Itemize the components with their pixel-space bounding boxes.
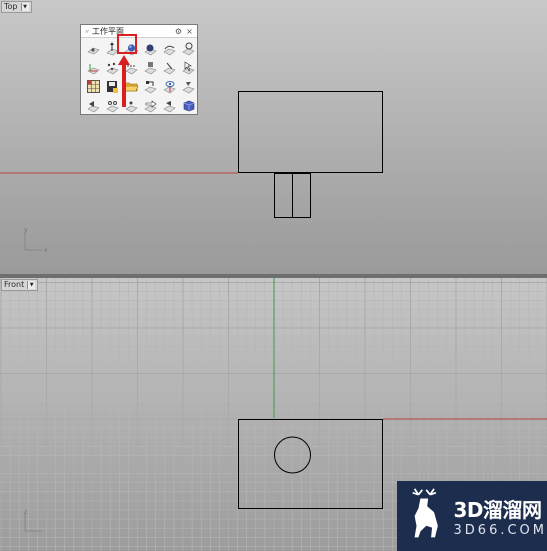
cplane-prev-icon xyxy=(87,101,100,113)
cplane-through-point-icon xyxy=(182,61,195,75)
viewport-title-front[interactable]: Front ▼ xyxy=(1,279,39,291)
gear-icon[interactable]: ⚙ xyxy=(174,27,183,36)
cplane-move-icon xyxy=(163,101,176,113)
construction-plane-panel[interactable]: 〃 工作平面 ⚙ × xyxy=(80,24,198,115)
cplane-origin-icon xyxy=(87,47,100,55)
axis-gizmo-front: z xyxy=(24,509,42,532)
viewport-title-top-label: Top xyxy=(4,2,18,11)
cplane-through-point-tool[interactable] xyxy=(179,58,198,77)
cplane-object-tool[interactable] xyxy=(141,39,160,58)
chevron-down-icon[interactable]: ▼ xyxy=(20,3,29,11)
cplane-surface-icon xyxy=(182,82,195,94)
cplane-object-icon xyxy=(144,44,157,56)
cplane-view-icon xyxy=(144,62,157,75)
cplane-surface-tool[interactable] xyxy=(179,77,198,96)
viewport-title-front-label: Front xyxy=(4,280,25,289)
cplane-vertical-tool[interactable] xyxy=(160,58,179,77)
named-cplane-tool[interactable] xyxy=(84,77,103,96)
cplane-undo-icon xyxy=(144,81,157,94)
cplane-curve-tool[interactable] xyxy=(160,39,179,58)
cplane-cube-tool[interactable] xyxy=(179,96,198,115)
cplane-prev-tool[interactable] xyxy=(84,96,103,115)
eye-icon xyxy=(163,81,176,94)
tool-grid xyxy=(84,39,198,115)
deer-icon xyxy=(412,488,438,538)
cplane-vertical-icon xyxy=(163,62,176,75)
cube-icon xyxy=(183,100,195,112)
axis-label-y: y xyxy=(24,227,28,234)
close-icon[interactable]: × xyxy=(185,27,194,36)
cplane-curve-icon xyxy=(163,45,176,56)
cplane-shift-tool[interactable] xyxy=(141,96,160,115)
grid-table-icon xyxy=(87,80,100,93)
watermark-logo: 3D溜溜网 3D66.COM xyxy=(397,481,547,551)
watermark-title: 3D溜溜网 xyxy=(453,498,543,522)
grip-icon[interactable]: 〃 xyxy=(84,27,90,36)
cplane-origin-tool[interactable] xyxy=(84,39,103,58)
cplane-rotate-tool[interactable] xyxy=(179,39,198,58)
cplane-camera-tool[interactable] xyxy=(160,77,179,96)
viewport-title-top[interactable]: Top ▼ xyxy=(1,1,32,13)
tool-highlight-box xyxy=(117,34,137,54)
axis-label-z: z xyxy=(24,509,27,516)
axis-label-x: x xyxy=(44,247,48,254)
cplane-world-top-tool[interactable] xyxy=(84,58,103,77)
axis-gizmo-top: y x xyxy=(24,227,48,254)
cplane-world-top-icon xyxy=(87,64,100,75)
box-top-outline xyxy=(238,91,383,173)
cplane-view-tool[interactable] xyxy=(141,58,160,77)
cplane-move-tool[interactable] xyxy=(160,96,179,115)
panel-titlebar[interactable]: 〃 工作平面 ⚙ × xyxy=(81,25,197,38)
watermark-domain: 3D66.COM xyxy=(453,523,547,538)
pointer-arrow xyxy=(118,55,130,107)
arrow-right-icon xyxy=(144,100,157,113)
cplane-undo-tool[interactable] xyxy=(141,77,160,96)
cplane-rotate-icon xyxy=(182,42,195,56)
chevron-down-icon[interactable]: ▼ xyxy=(27,281,36,289)
